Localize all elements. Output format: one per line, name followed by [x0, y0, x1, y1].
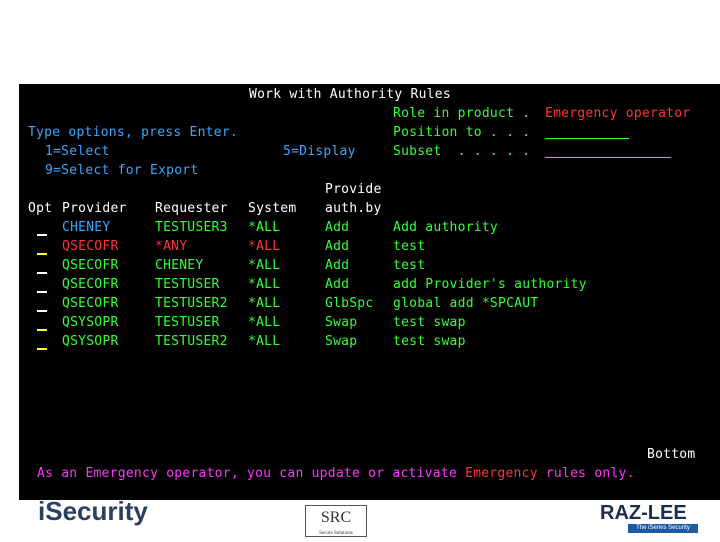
row-option-input[interactable] — [37, 310, 47, 312]
row-system: *ALL — [248, 334, 281, 349]
subset-label: Subset . . . . . — [393, 144, 531, 159]
row-auth: Add — [325, 239, 350, 254]
col-opt: Opt — [28, 201, 53, 216]
row-requester: TESTUSER3 — [155, 220, 228, 235]
row-system: *ALL — [248, 277, 281, 292]
row-option-input[interactable] — [37, 291, 47, 293]
row-provider: CHENEY — [62, 220, 111, 235]
row-system: *ALL — [248, 315, 281, 330]
row-option-input[interactable] — [37, 272, 47, 274]
src-logo-text: SRC — [320, 509, 352, 526]
row-option-input[interactable] — [37, 348, 47, 350]
row-description: Add authority — [393, 220, 498, 235]
col-provider: Provider — [62, 201, 127, 216]
src-logo-subtitle: Secure Solutions — [319, 531, 353, 536]
row-description: add Provider's authority — [393, 277, 587, 292]
row-provider: QSECOFR — [62, 296, 119, 311]
row-auth: Add — [325, 277, 350, 292]
col-auth-line1: Provide — [325, 182, 382, 197]
row-provider: QSECOFR — [62, 277, 119, 292]
src-logo: SRC Secure Solutions — [305, 505, 367, 537]
row-requester: *ANY — [155, 239, 188, 254]
row-requester: TESTUSER2 — [155, 334, 228, 349]
row-description: test swap — [393, 315, 466, 330]
options-intro: Type options, press Enter. — [28, 125, 238, 140]
row-requester: CHENEY — [155, 258, 204, 273]
col-requester: Requester — [155, 201, 228, 216]
row-system: *ALL — [248, 239, 281, 254]
row-description: test — [393, 239, 426, 254]
option-select: 1=Select — [45, 144, 110, 159]
row-provider: QSECOFR — [62, 239, 119, 254]
status-message: As an Emergency operator, you can update… — [37, 464, 635, 483]
razlee-logo: RAZ-LEE — [600, 502, 687, 524]
row-auth: Add — [325, 258, 350, 273]
message-part2: rules only. — [537, 466, 635, 481]
col-auth-line2: auth.by — [325, 201, 382, 216]
row-option-input[interactable] — [37, 329, 47, 331]
slide-top-area — [0, 0, 720, 84]
screen-title: Work with Authority Rules — [249, 87, 451, 102]
row-description: test — [393, 258, 426, 273]
row-auth: Add — [325, 220, 350, 235]
row-requester: TESTUSER — [155, 315, 220, 330]
row-system: *ALL — [248, 258, 281, 273]
message-part1: As an Emergency operator, you can update… — [37, 466, 466, 481]
row-requester: TESTUSER — [155, 277, 220, 292]
row-description: global add *SPCAUT — [393, 296, 539, 311]
row-auth: GlbSpc — [325, 296, 374, 311]
role-label: Role in product . — [393, 106, 531, 121]
subset-input[interactable] — [545, 157, 671, 158]
row-system: *ALL — [248, 296, 281, 311]
row-description: test swap — [393, 334, 466, 349]
option-export: 9=Select for Export — [45, 163, 199, 178]
razlee-tagline: The iSeries Security Experts — [628, 524, 698, 540]
row-auth: Swap — [325, 315, 358, 330]
role-value: Emergency operator — [545, 106, 691, 121]
row-provider: QSYSOPR — [62, 315, 119, 330]
row-auth: Swap — [325, 334, 358, 349]
row-option-input[interactable] — [37, 253, 47, 255]
bottom-indicator: Bottom — [647, 447, 696, 462]
position-input[interactable] — [545, 138, 629, 139]
row-system: *ALL — [248, 220, 281, 235]
message-highlight: Emergency — [465, 466, 538, 481]
option-display: 5=Display — [283, 144, 356, 159]
row-requester: TESTUSER2 — [155, 296, 228, 311]
row-provider: QSYSOPR — [62, 334, 119, 349]
isecurity-logo: iSecurity — [38, 496, 148, 526]
position-label: Position to . . . — [393, 125, 531, 140]
col-system: System — [248, 201, 297, 216]
terminal-screen: Work with Authority Rules Role in produc… — [19, 84, 720, 502]
row-option-input[interactable] — [37, 234, 47, 236]
row-provider: QSECOFR — [62, 258, 119, 273]
